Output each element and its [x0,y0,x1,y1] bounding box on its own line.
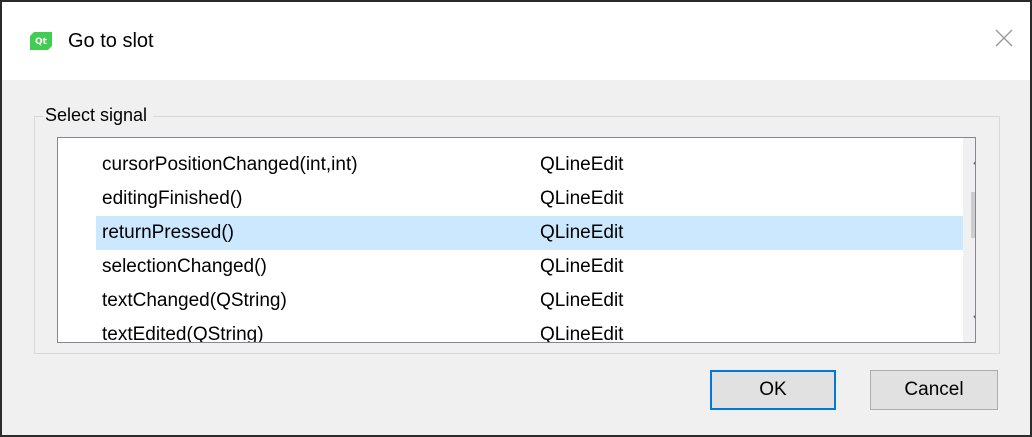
signal-rows: cursorPositionChanged(int,int) QLineEdit e… [58,148,963,343]
close-icon [995,29,1013,52]
chevron-up-icon [972,153,975,171]
signal-row[interactable]: returnPressed() QLineEdit [58,216,963,250]
go-to-slot-dialog: Qt Go to slot Select signal cursorPositi… [0,0,1032,437]
group-label: Select signal [43,103,154,127]
signal-list[interactable]: cursorPositionChanged(int,int) QLineEdit e… [57,137,976,343]
title-bar: Qt Go to slot [2,2,1030,80]
signal-class: QLineEdit [540,290,624,311]
signal-name: textChanged(QString) [102,290,287,311]
signal-row[interactable]: editingFinished() QLineEdit [58,182,943,216]
dialog-title: Go to slot [68,30,154,52]
signal-class: QLineEdit [540,256,624,277]
signal-name: cursorPositionChanged(int,int) [102,154,358,175]
signal-class: QLineEdit [540,324,624,343]
svg-text:Qt: Qt [35,37,48,47]
signal-class: QLineEdit [540,188,624,209]
signal-class: QLineEdit [540,222,624,243]
cancel-button[interactable]: Cancel [870,370,998,410]
scroll-up-button[interactable] [963,146,975,178]
scroll-thumb[interactable] [971,192,975,238]
signal-row[interactable]: textEdited(QString) QLineEdit [58,318,943,343]
signal-row[interactable]: selectionChanged() QLineEdit [58,250,943,284]
signal-row[interactable]: cursorPositionChanged(int,int) QLineEdit [58,148,943,182]
scroll-down-button[interactable] [963,304,975,336]
chevron-down-icon [972,311,975,329]
signal-row[interactable]: textChanged(QString) QLineEdit [58,284,943,318]
signal-class: QLineEdit [540,154,624,175]
signal-name: textEdited(QString) [102,324,264,343]
qt-designer-icon: Qt [30,32,52,50]
vertical-scrollbar[interactable] [963,138,975,342]
signal-name: editingFinished() [102,188,243,209]
signal-name: returnPressed() [102,222,234,243]
close-button[interactable] [978,16,1030,64]
signal-name: selectionChanged() [102,256,267,277]
select-signal-group: Select signal cursorPositionChanged(int,… [34,103,1000,354]
ok-button[interactable]: OK [710,370,836,410]
